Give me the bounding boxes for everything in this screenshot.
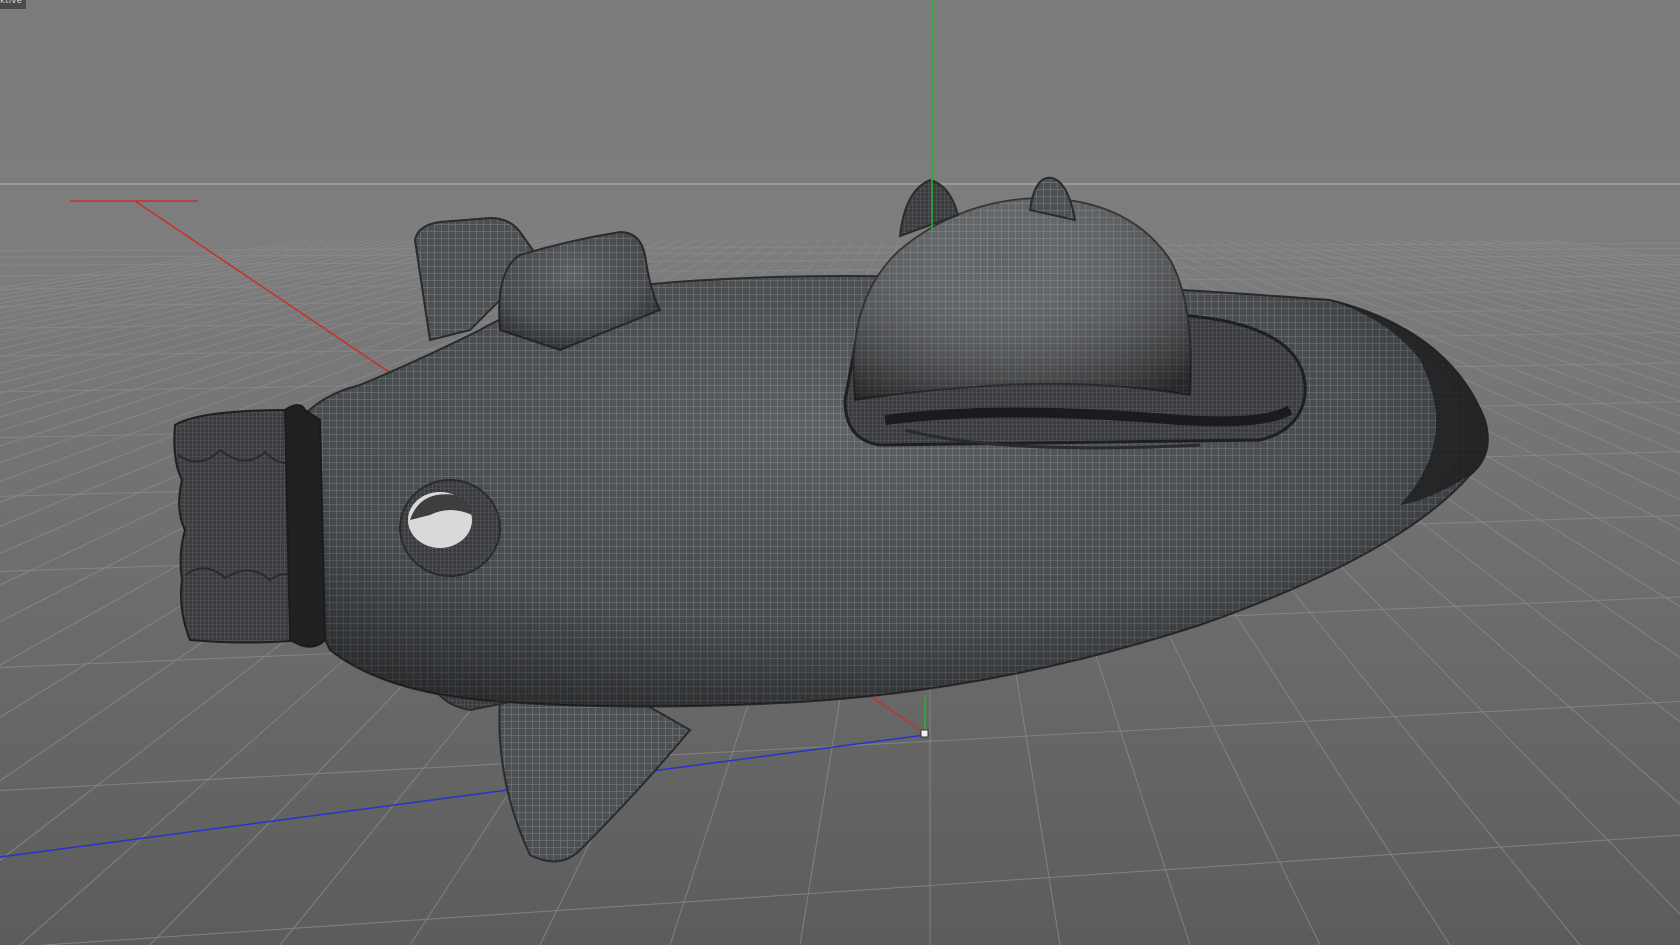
viewport-scene[interactable] — [0, 0, 1680, 945]
porthole-hole — [399, 479, 501, 577]
3d-viewport[interactable]: ktive — [0, 0, 1680, 945]
viewport-view-label[interactable]: ktive — [0, 0, 27, 9]
world-origin-handle[interactable] — [920, 729, 929, 738]
viewport-label-text: ktive — [0, 0, 23, 6]
